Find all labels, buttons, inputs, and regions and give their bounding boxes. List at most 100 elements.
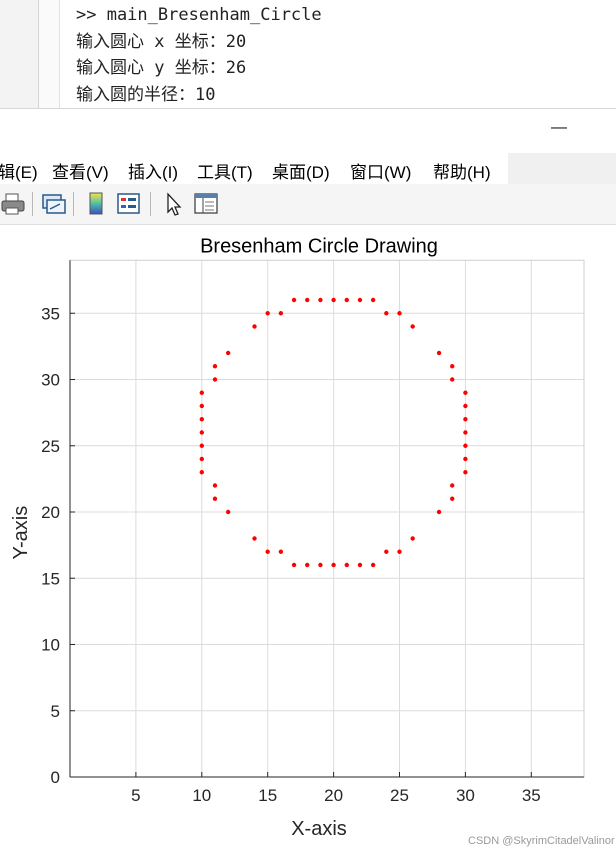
data-point [199, 470, 204, 475]
scatter-plot[interactable]: 5 10 15 20 25 30 35 0 5 10 15 20 25 30 35 Bresenham Ci… [0, 225, 616, 851]
x-tick-label: 15 [258, 786, 277, 805]
data-point [199, 456, 204, 462]
data-point [291, 297, 297, 303]
command-line: >> main_Bresenham_Circle [76, 5, 322, 25]
x-tick-label: 10 [192, 786, 211, 805]
data-point [331, 562, 336, 568]
output-line: 输入圆的半径：10 [76, 85, 216, 105]
menu-edit[interactable]: 辑(E) [0, 158, 38, 183]
output-line: 输入圆心 x 坐标：20 [76, 32, 247, 52]
data-point [305, 562, 310, 568]
y-tick-label: 15 [41, 569, 60, 588]
menu-bar: 辑(E) 查看(V) 插入(I) 工具(T) 桌面(D) 窗口(W) 帮助(H) [0, 152, 508, 184]
command-window-gutter [0, 0, 39, 108]
title-bar: — [0, 108, 616, 153]
y-tick-label: 0 [51, 768, 60, 787]
data-point [463, 470, 468, 475]
grid-lines [70, 260, 585, 777]
data-point [212, 364, 218, 369]
watermark: CSDN @SkyrimCitadelValinor [468, 835, 615, 847]
data-point [212, 377, 218, 382]
toolbar-separator [150, 192, 151, 216]
pointer-icon[interactable] [160, 190, 188, 218]
data-point [199, 390, 204, 395]
data-point [278, 549, 284, 554]
colorbar-icon[interactable] [82, 190, 110, 218]
data-point [225, 509, 231, 515]
y-tick-label: 5 [51, 702, 60, 721]
figure-window: — 辑(E) 查看(V) 插入(I) 工具(T) 桌面(D) 窗口(W) 帮助(… [0, 108, 616, 851]
data-point [199, 417, 204, 422]
tick-marks: 5 10 15 20 25 30 35 0 5 10 15 20 25 30 35 [41, 260, 585, 805]
data-point [450, 496, 455, 501]
data-point [252, 536, 257, 541]
data-point [384, 311, 389, 316]
data-point [199, 430, 204, 435]
data-point [463, 417, 468, 422]
data-point [252, 324, 257, 329]
data-point [225, 350, 231, 356]
print-icon[interactable] [0, 190, 28, 218]
data-point [463, 456, 468, 462]
menu-insert[interactable]: 插入(I) [128, 158, 178, 183]
chart-title: Bresenham Circle Drawing [200, 235, 438, 257]
data-point [331, 297, 336, 303]
command-window[interactable]: >> main_Bresenham_Circle 输入圆心 x 坐标：20 输入… [0, 0, 616, 108]
legend-icon[interactable] [115, 190, 143, 218]
menu-window[interactable]: 窗口(W) [350, 158, 411, 183]
data-point [357, 297, 363, 303]
data-point [318, 562, 323, 568]
link-figure-icon[interactable] [40, 190, 68, 218]
x-axis-title: X-axis [291, 818, 347, 840]
axes-box [69, 259, 585, 778]
data-point [397, 311, 402, 316]
property-inspector-icon[interactable] [192, 190, 220, 218]
menu-view[interactable]: 查看(V) [52, 158, 109, 183]
y-tick-label: 35 [41, 304, 60, 323]
data-point [450, 377, 455, 382]
data-point [463, 403, 468, 409]
data-point [278, 311, 284, 316]
data-point [357, 562, 363, 568]
output-line: 输入圆心 y 坐标：26 [76, 58, 247, 78]
data-point [199, 403, 204, 409]
x-tick-label: 25 [390, 786, 409, 805]
data-point [410, 324, 415, 329]
data-point [463, 430, 468, 435]
menu-desktop[interactable]: 桌面(D) [272, 158, 330, 183]
data-point [450, 483, 455, 488]
x-tick-label: 35 [522, 786, 541, 805]
y-tick-label: 10 [41, 636, 60, 655]
data-point [397, 549, 402, 554]
data-point [291, 562, 297, 568]
data-point [370, 297, 376, 303]
data-point [212, 496, 218, 501]
data-point [265, 549, 270, 554]
data-point [463, 390, 468, 395]
data-point [450, 364, 455, 369]
command-window-margin [39, 0, 60, 108]
figure-toolbar [0, 184, 616, 225]
data-point [384, 549, 389, 554]
data-point [410, 536, 415, 541]
menu-help[interactable]: 帮助(H) [433, 158, 491, 183]
data-point [370, 562, 376, 568]
figure-canvas[interactable]: 5 10 15 20 25 30 35 0 5 10 15 20 25 30 35 Bresenham Ci… [0, 225, 616, 851]
data-point [305, 297, 310, 303]
minimize-button[interactable]: — [548, 117, 570, 139]
data-point [463, 443, 468, 448]
data-point [344, 297, 349, 303]
x-tick-label: 5 [131, 786, 140, 805]
toolbar-separator [73, 192, 74, 216]
x-tick-label: 20 [324, 786, 343, 805]
data-point [318, 297, 323, 303]
data-point [199, 443, 204, 448]
data-point [265, 311, 270, 316]
data-point [212, 483, 218, 488]
toolbar-separator [32, 192, 33, 216]
y-tick-label: 30 [41, 371, 60, 390]
data-point [436, 350, 442, 356]
y-tick-label: 25 [41, 437, 60, 456]
y-axis-title: Y-axis [10, 506, 32, 560]
menu-tools[interactable]: 工具(T) [197, 158, 253, 183]
